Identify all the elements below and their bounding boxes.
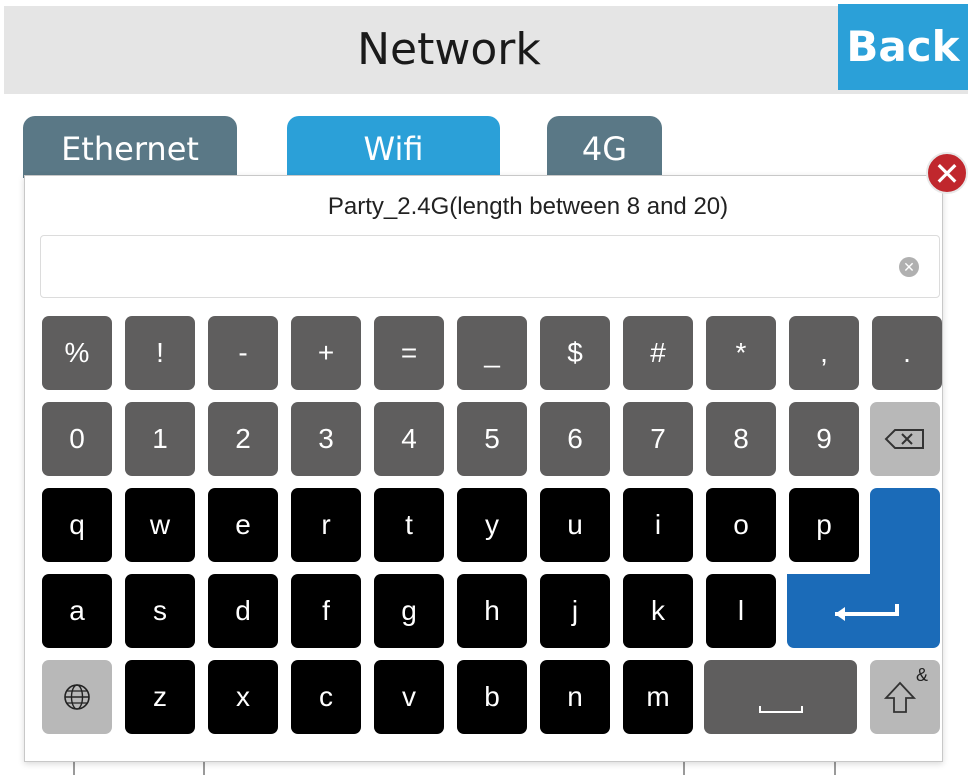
key-k[interactable]: k: [623, 574, 693, 648]
tab-4g[interactable]: 4G: [547, 116, 662, 178]
clear-icon[interactable]: ✕: [899, 257, 919, 277]
key-n[interactable]: n: [540, 660, 610, 734]
key-period[interactable]: .: [872, 316, 942, 390]
key-q[interactable]: q: [42, 488, 112, 562]
key-underscore[interactable]: _: [457, 316, 527, 390]
key-1[interactable]: 1: [125, 402, 195, 476]
key-r[interactable]: r: [291, 488, 361, 562]
shift-icon: [883, 681, 917, 713]
shift-key[interactable]: &: [870, 660, 940, 734]
key-j[interactable]: j: [540, 574, 610, 648]
key-hash[interactable]: #: [623, 316, 693, 390]
enter-key-upper[interactable]: [870, 488, 940, 574]
close-icon[interactable]: ✕: [926, 152, 968, 194]
tab-ethernet[interactable]: Ethernet: [23, 116, 237, 178]
key-x[interactable]: x: [208, 660, 278, 734]
key-d[interactable]: d: [208, 574, 278, 648]
key-9[interactable]: 9: [789, 402, 859, 476]
key-h[interactable]: h: [457, 574, 527, 648]
key-minus[interactable]: -: [208, 316, 278, 390]
key-8[interactable]: 8: [706, 402, 776, 476]
key-a[interactable]: a: [42, 574, 112, 648]
key-o[interactable]: o: [706, 488, 776, 562]
password-field[interactable]: ✕: [40, 235, 940, 298]
key-s[interactable]: s: [125, 574, 195, 648]
shift-alt-label: &: [916, 665, 929, 685]
key-t[interactable]: t: [374, 488, 444, 562]
enter-key[interactable]: [787, 574, 940, 648]
backspace-key[interactable]: [870, 402, 940, 476]
key-p[interactable]: p: [789, 488, 859, 562]
key-6[interactable]: 6: [540, 402, 610, 476]
back-button[interactable]: Back: [838, 4, 968, 90]
key-u[interactable]: u: [540, 488, 610, 562]
header-bar: Network: [4, 6, 968, 94]
key-i[interactable]: i: [623, 488, 693, 562]
globe-icon: [64, 684, 90, 710]
key-5[interactable]: 5: [457, 402, 527, 476]
page-title: Network: [357, 24, 541, 75]
key-2[interactable]: 2: [208, 402, 278, 476]
key-3[interactable]: 3: [291, 402, 361, 476]
background-table-lines: [0, 760, 968, 775]
password-input[interactable]: [51, 244, 885, 290]
key-comma[interactable]: ,: [789, 316, 859, 390]
key-4[interactable]: 4: [374, 402, 444, 476]
key-l[interactable]: l: [706, 574, 776, 648]
backspace-icon: [884, 429, 924, 449]
key-plus[interactable]: +: [291, 316, 361, 390]
key-asterisk[interactable]: *: [706, 316, 776, 390]
space-key[interactable]: [704, 660, 857, 734]
language-key[interactable]: [42, 660, 112, 734]
password-prompt: Party_2.4G(length between 8 and 20): [327, 193, 729, 220]
key-z[interactable]: z: [125, 660, 195, 734]
key-percent[interactable]: %: [42, 316, 112, 390]
key-e[interactable]: e: [208, 488, 278, 562]
key-g[interactable]: g: [374, 574, 444, 648]
key-dollar[interactable]: $: [540, 316, 610, 390]
key-f[interactable]: f: [291, 574, 361, 648]
key-w[interactable]: w: [125, 488, 195, 562]
key-exclamation[interactable]: !: [125, 316, 195, 390]
key-7[interactable]: 7: [623, 402, 693, 476]
key-0[interactable]: 0: [42, 402, 112, 476]
key-v[interactable]: v: [374, 660, 444, 734]
key-m[interactable]: m: [623, 660, 693, 734]
key-equals[interactable]: =: [374, 316, 444, 390]
space-icon: [759, 706, 803, 713]
tab-wifi[interactable]: Wifi: [287, 116, 500, 178]
key-b[interactable]: b: [457, 660, 527, 734]
enter-icon: [835, 604, 899, 621]
key-y[interactable]: y: [457, 488, 527, 562]
key-c[interactable]: c: [291, 660, 361, 734]
